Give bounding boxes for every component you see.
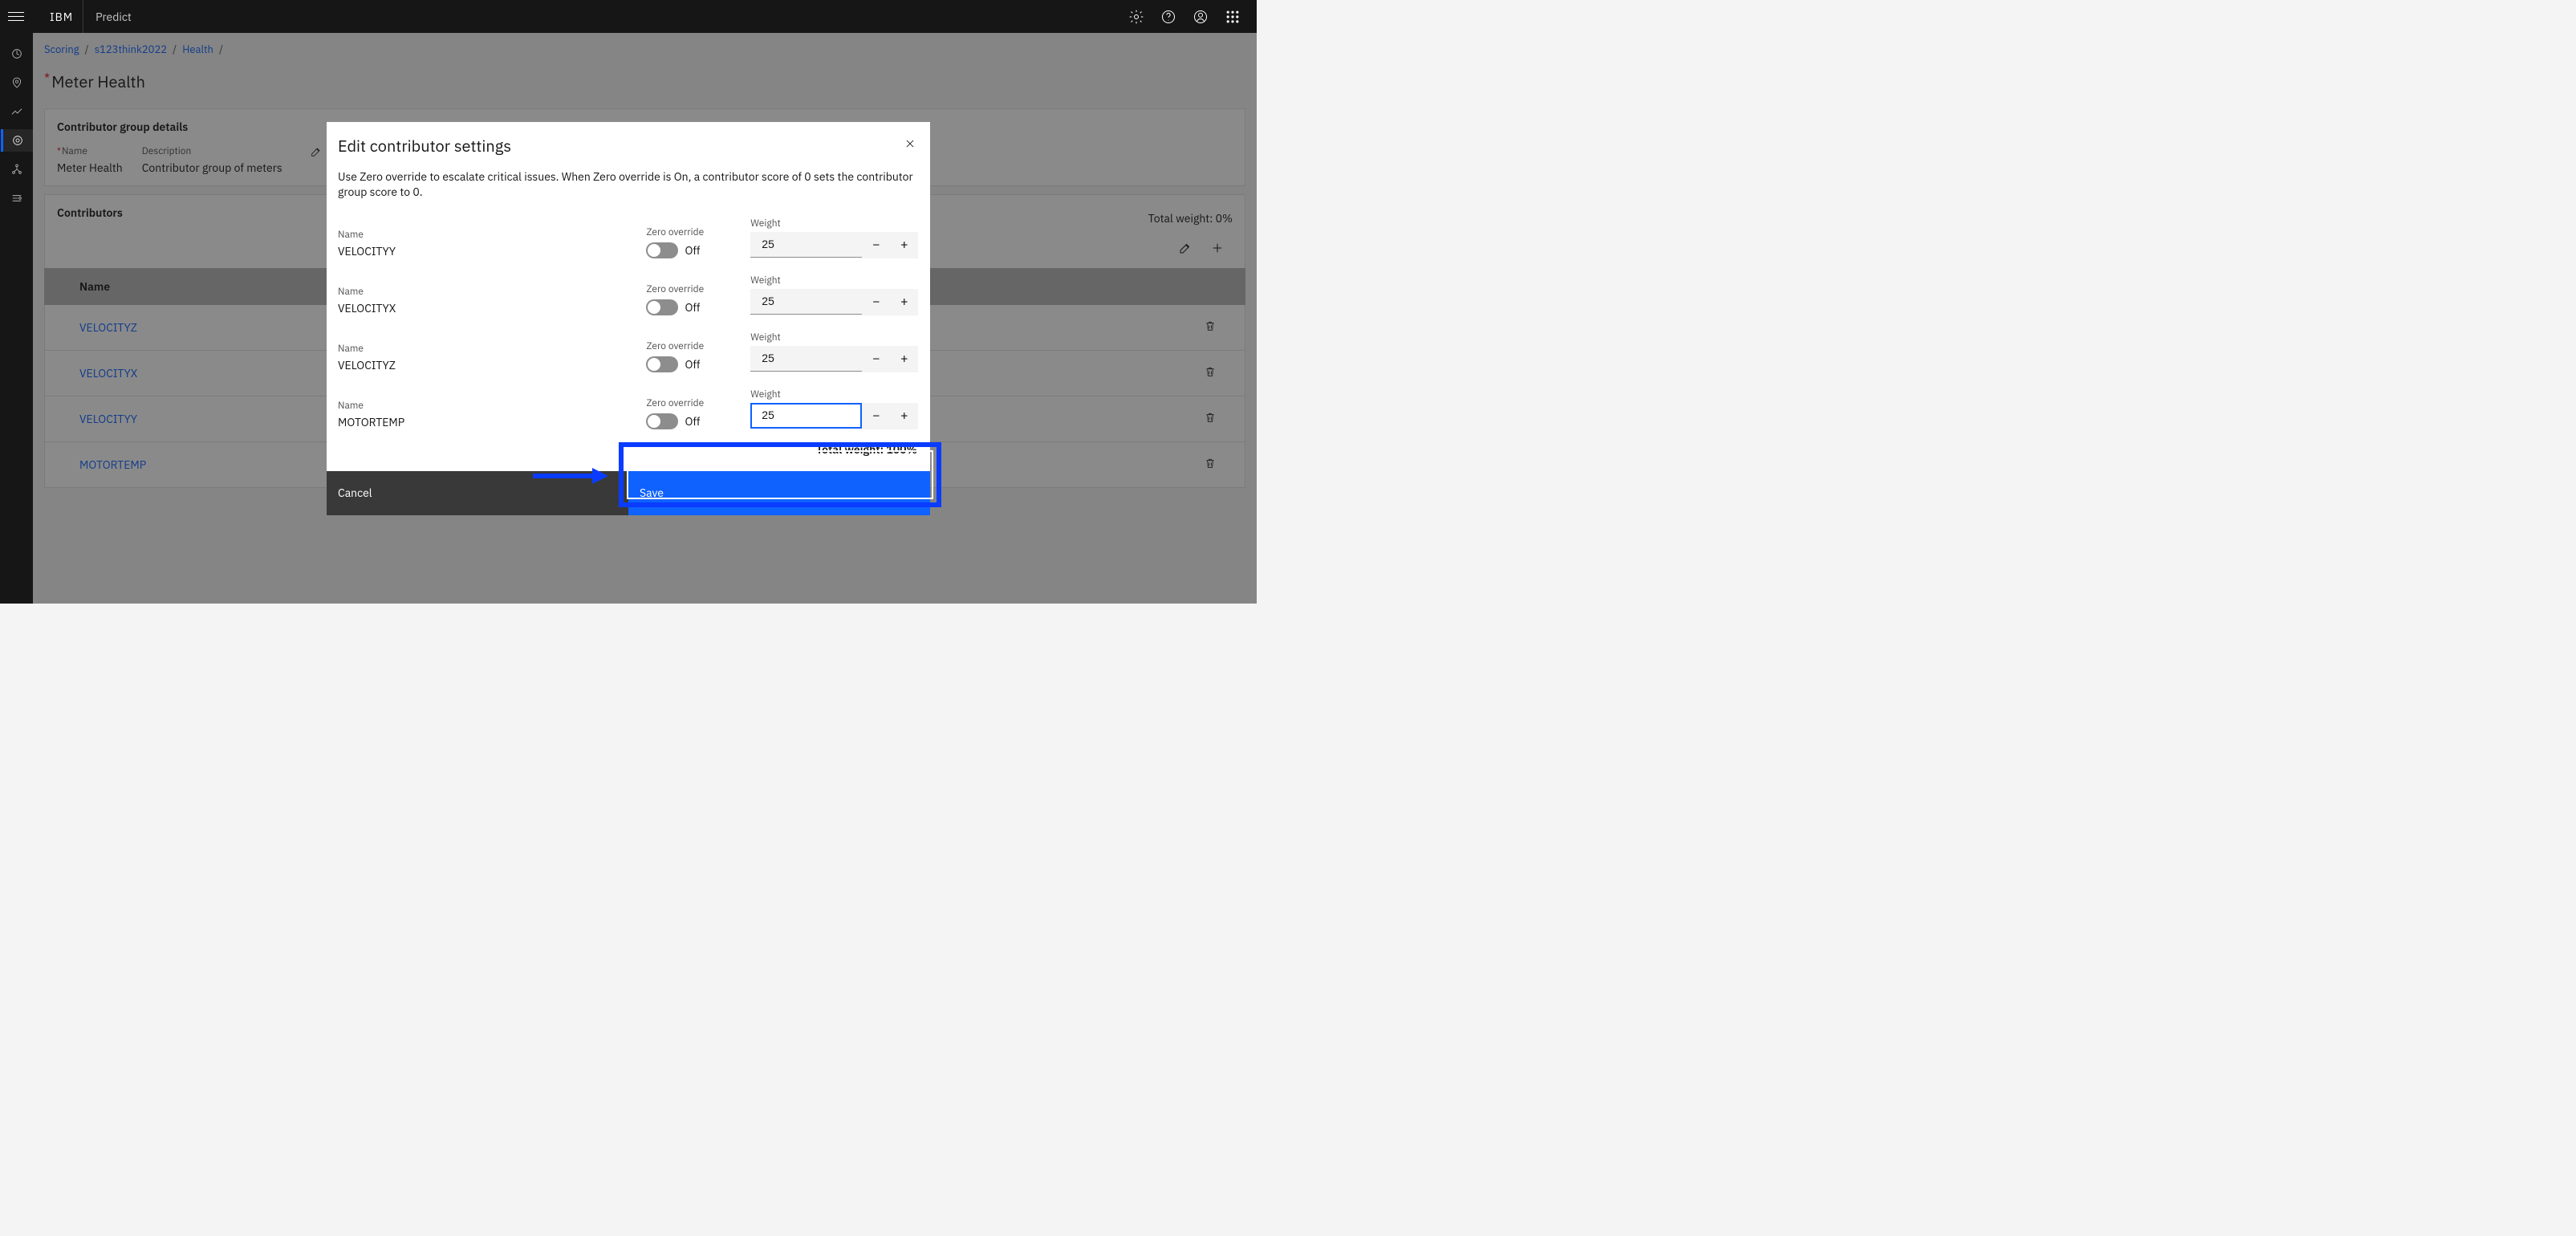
- save-button[interactable]: Save: [628, 471, 930, 515]
- rail-item-5[interactable]: [1, 158, 33, 181]
- contributor-setting-row: Name VELOCITYZZero override Off Weight −+: [338, 323, 919, 380]
- zero-override-toggle[interactable]: [646, 413, 678, 429]
- contributor-setting-row: Name VELOCITYXZero override Off Weight −+: [338, 266, 919, 323]
- weight-input[interactable]: [750, 346, 862, 372]
- user-icon[interactable]: [1184, 1, 1217, 33]
- weight-label: Weight: [750, 388, 919, 400]
- zero-override-toggle[interactable]: [646, 356, 678, 372]
- brand-app: Predict: [83, 10, 144, 24]
- increment-button[interactable]: +: [890, 232, 918, 258]
- contributor-name: VELOCITYZ: [338, 358, 646, 372]
- contributor-setting-row: Name MOTORTEMPZero override Off Weight −+: [338, 380, 919, 437]
- left-nav-rail: [0, 33, 33, 604]
- help-icon[interactable]: [1152, 1, 1184, 33]
- settings-icon[interactable]: [1120, 1, 1152, 33]
- rail-item-6[interactable]: [1, 187, 33, 209]
- contributor-name: VELOCITYX: [338, 301, 646, 315]
- weight-input[interactable]: [750, 289, 862, 315]
- modal-title: Edit contributor settings: [338, 135, 511, 157]
- zero-override-label: Zero override: [646, 283, 750, 295]
- rail-item-3[interactable]: [1, 100, 33, 123]
- zero-override-toggle[interactable]: [646, 242, 678, 258]
- close-icon[interactable]: [901, 135, 919, 156]
- menu-icon[interactable]: [8, 9, 24, 25]
- decrement-button[interactable]: −: [862, 403, 890, 429]
- increment-button[interactable]: +: [890, 289, 918, 315]
- name-label: Name: [338, 286, 646, 298]
- contributor-setting-row: Name VELOCITYYZero override Off Weight −+: [338, 209, 919, 266]
- zero-override-label: Zero override: [646, 340, 750, 352]
- increment-button[interactable]: +: [890, 346, 918, 372]
- zero-override-state: Off: [685, 243, 700, 258]
- rail-item-4[interactable]: [1, 129, 33, 152]
- zero-override-label: Zero override: [646, 226, 750, 238]
- modal-footer: Cancel Save: [327, 471, 930, 515]
- weight-label: Weight: [750, 218, 919, 230]
- name-label: Name: [338, 343, 646, 355]
- rail-item-2[interactable]: [1, 71, 33, 94]
- decrement-button[interactable]: −: [862, 346, 890, 372]
- weight-label: Weight: [750, 274, 919, 287]
- modal-description: Use Zero override to escalate critical i…: [338, 169, 919, 200]
- zero-override-label: Zero override: [646, 397, 750, 409]
- contributor-name: MOTORTEMP: [338, 415, 646, 429]
- cancel-button[interactable]: Cancel: [327, 471, 628, 515]
- rail-item-1[interactable]: [1, 43, 33, 65]
- zero-override-state: Off: [685, 357, 700, 372]
- weight-label: Weight: [750, 331, 919, 344]
- decrement-button[interactable]: −: [862, 289, 890, 315]
- zero-override-state: Off: [685, 300, 700, 315]
- weight-input[interactable]: [750, 232, 862, 258]
- modal-total-weight: Total weight: 100%: [338, 437, 919, 465]
- increment-button[interactable]: +: [890, 403, 918, 429]
- app-switcher-icon[interactable]: [1217, 1, 1249, 33]
- edit-contributor-settings-modal: Edit contributor settings Use Zero overr…: [327, 122, 930, 515]
- decrement-button[interactable]: −: [862, 232, 890, 258]
- contributor-name: VELOCITYY: [338, 244, 646, 258]
- name-label: Name: [338, 400, 646, 412]
- zero-override-toggle[interactable]: [646, 299, 678, 315]
- weight-input[interactable]: [750, 403, 862, 429]
- top-header: IBM Predict: [0, 0, 1257, 33]
- zero-override-state: Off: [685, 414, 700, 429]
- brand-ibm: IBM: [40, 0, 83, 33]
- name-label: Name: [338, 229, 646, 241]
